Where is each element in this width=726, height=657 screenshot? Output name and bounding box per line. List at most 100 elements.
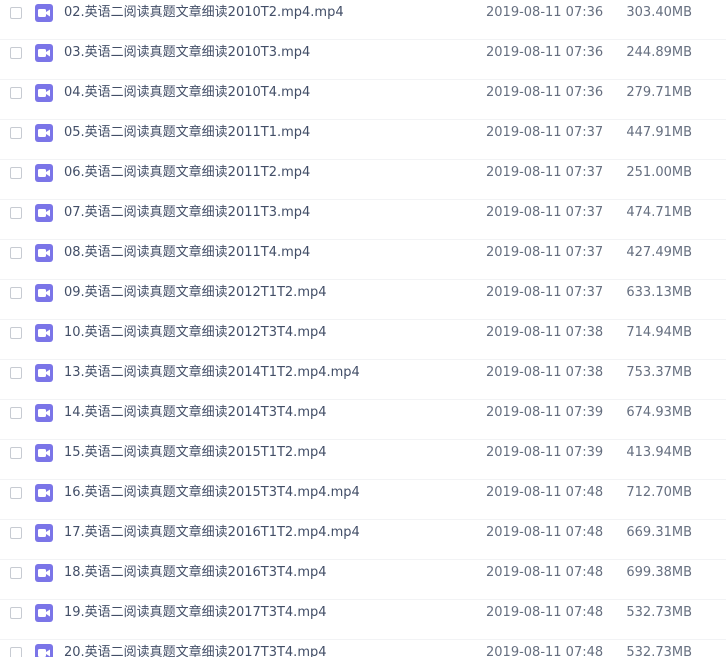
file-name[interactable]: 04.英语二阅读真题文章细读2010T4.mp4 [64, 85, 310, 101]
file-date: 2019-08-11 07:36 [486, 5, 604, 20]
row-checkbox[interactable] [10, 127, 22, 139]
video-file-icon [35, 444, 53, 462]
video-file-icon [35, 364, 53, 382]
file-date: 2019-08-11 07:39 [486, 405, 604, 420]
file-row[interactable]: 08.英语二阅读真题文章细读2011T4.mp4 2019-08-11 07:3… [0, 240, 726, 280]
file-row[interactable]: 03.英语二阅读真题文章细读2010T3.mp4 2019-08-11 07:3… [0, 40, 726, 80]
file-name[interactable]: 13.英语二阅读真题文章细读2014T1T2.mp4.mp4 [64, 365, 360, 381]
file-date: 2019-08-11 07:37 [486, 165, 604, 180]
row-checkbox[interactable] [10, 567, 22, 579]
file-date: 2019-08-11 07:48 [486, 645, 604, 657]
file-name[interactable]: 19.英语二阅读真题文章细读2017T3T4.mp4 [64, 605, 327, 621]
file-name[interactable]: 14.英语二阅读真题文章细读2014T3T4.mp4 [64, 405, 327, 421]
file-date: 2019-08-11 07:36 [486, 45, 604, 60]
video-file-icon [35, 484, 53, 502]
file-row[interactable]: 14.英语二阅读真题文章细读2014T3T4.mp4 2019-08-11 07… [0, 400, 726, 440]
file-name[interactable]: 16.英语二阅读真题文章细读2015T3T4.mp4.mp4 [64, 485, 360, 501]
video-file-icon [35, 84, 53, 102]
file-size: 712.70MB [626, 485, 692, 500]
file-date: 2019-08-11 07:37 [486, 285, 604, 300]
row-checkbox[interactable] [10, 247, 22, 259]
file-size: 303.40MB [626, 5, 692, 20]
file-row[interactable]: 15.英语二阅读真题文章细读2015T1T2.mp4 2019-08-11 07… [0, 440, 726, 480]
video-file-icon [35, 324, 53, 342]
file-date: 2019-08-11 07:48 [486, 565, 604, 580]
file-date: 2019-08-11 07:37 [486, 125, 604, 140]
file-name[interactable]: 15.英语二阅读真题文章细读2015T1T2.mp4 [64, 445, 327, 461]
file-size: 427.49MB [626, 245, 692, 260]
file-size: 714.94MB [626, 325, 692, 340]
file-date: 2019-08-11 07:48 [486, 525, 604, 540]
file-name[interactable]: 03.英语二阅读真题文章细读2010T3.mp4 [64, 45, 310, 61]
video-file-icon [35, 124, 53, 142]
video-file-icon [35, 404, 53, 422]
file-size: 413.94MB [626, 445, 692, 460]
row-checkbox[interactable] [10, 47, 22, 59]
file-size: 633.13MB [626, 285, 692, 300]
video-file-icon [35, 204, 53, 222]
file-size: 244.89MB [626, 45, 692, 60]
file-date: 2019-08-11 07:38 [486, 365, 604, 380]
file-size: 699.38MB [626, 565, 692, 580]
video-file-icon [35, 164, 53, 182]
file-name[interactable]: 02.英语二阅读真题文章细读2010T2.mp4.mp4 [64, 5, 344, 21]
file-row[interactable]: 19.英语二阅读真题文章细读2017T3T4.mp4 2019-08-11 07… [0, 600, 726, 640]
file-size: 753.37MB [626, 365, 692, 380]
file-size: 251.00MB [626, 165, 692, 180]
file-name[interactable]: 07.英语二阅读真题文章细读2011T3.mp4 [64, 205, 310, 221]
row-checkbox[interactable] [10, 7, 22, 19]
file-name[interactable]: 17.英语二阅读真题文章细读2016T1T2.mp4.mp4 [64, 525, 360, 541]
file-date: 2019-08-11 07:48 [486, 485, 604, 500]
file-row[interactable]: 04.英语二阅读真题文章细读2010T4.mp4 2019-08-11 07:3… [0, 80, 726, 120]
row-checkbox[interactable] [10, 327, 22, 339]
file-size: 674.93MB [626, 405, 692, 420]
file-name[interactable]: 20.英语二阅读真题文章细读2017T3T4.mp4 [64, 645, 327, 657]
file-name[interactable]: 10.英语二阅读真题文章细读2012T3T4.mp4 [64, 325, 327, 341]
file-size: 532.73MB [626, 605, 692, 620]
row-checkbox[interactable] [10, 367, 22, 379]
row-checkbox[interactable] [10, 527, 22, 539]
video-file-icon [35, 524, 53, 542]
file-name[interactable]: 09.英语二阅读真题文章细读2012T1T2.mp4 [64, 285, 327, 301]
row-checkbox[interactable] [10, 607, 22, 619]
file-row[interactable]: 16.英语二阅读真题文章细读2015T3T4.mp4.mp4 2019-08-1… [0, 480, 726, 520]
file-date: 2019-08-11 07:39 [486, 445, 604, 460]
file-date: 2019-08-11 07:48 [486, 605, 604, 620]
file-date: 2019-08-11 07:36 [486, 85, 604, 100]
video-file-icon [35, 564, 53, 582]
file-row[interactable]: 06.英语二阅读真题文章细读2011T2.mp4 2019-08-11 07:3… [0, 160, 726, 200]
row-checkbox[interactable] [10, 167, 22, 179]
file-row[interactable]: 20.英语二阅读真题文章细读2017T3T4.mp4 2019-08-11 07… [0, 640, 726, 657]
row-checkbox[interactable] [10, 487, 22, 499]
video-file-icon [35, 644, 53, 657]
file-date: 2019-08-11 07:37 [486, 205, 604, 220]
file-name[interactable]: 08.英语二阅读真题文章细读2011T4.mp4 [64, 245, 310, 261]
video-file-icon [35, 4, 53, 22]
file-row[interactable]: 09.英语二阅读真题文章细读2012T1T2.mp4 2019-08-11 07… [0, 280, 726, 320]
file-row[interactable]: 10.英语二阅读真题文章细读2012T3T4.mp4 2019-08-11 07… [0, 320, 726, 360]
file-row[interactable]: 05.英语二阅读真题文章细读2011T1.mp4 2019-08-11 07:3… [0, 120, 726, 160]
video-file-icon [35, 244, 53, 262]
file-row[interactable]: 17.英语二阅读真题文章细读2016T1T2.mp4.mp4 2019-08-1… [0, 520, 726, 560]
file-name[interactable]: 06.英语二阅读真题文章细读2011T2.mp4 [64, 165, 310, 181]
row-checkbox[interactable] [10, 87, 22, 99]
file-name[interactable]: 05.英语二阅读真题文章细读2011T1.mp4 [64, 125, 310, 141]
file-name[interactable]: 18.英语二阅读真题文章细读2016T3T4.mp4 [64, 565, 327, 581]
row-checkbox[interactable] [10, 407, 22, 419]
row-checkbox[interactable] [10, 647, 22, 657]
file-size: 447.91MB [626, 125, 692, 140]
row-checkbox[interactable] [10, 287, 22, 299]
file-date: 2019-08-11 07:38 [486, 325, 604, 340]
file-size: 279.71MB [626, 85, 692, 100]
file-size: 669.31MB [626, 525, 692, 540]
row-checkbox[interactable] [10, 207, 22, 219]
file-size: 474.71MB [626, 205, 692, 220]
file-row[interactable]: 07.英语二阅读真题文章细读2011T3.mp4 2019-08-11 07:3… [0, 200, 726, 240]
file-date: 2019-08-11 07:37 [486, 245, 604, 260]
row-checkbox[interactable] [10, 447, 22, 459]
video-file-icon [35, 604, 53, 622]
video-file-icon [35, 284, 53, 302]
file-row[interactable]: 02.英语二阅读真题文章细读2010T2.mp4.mp4 2019-08-11 … [0, 0, 726, 40]
file-row[interactable]: 18.英语二阅读真题文章细读2016T3T4.mp4 2019-08-11 07… [0, 560, 726, 600]
file-row[interactable]: 13.英语二阅读真题文章细读2014T1T2.mp4.mp4 2019-08-1… [0, 360, 726, 400]
